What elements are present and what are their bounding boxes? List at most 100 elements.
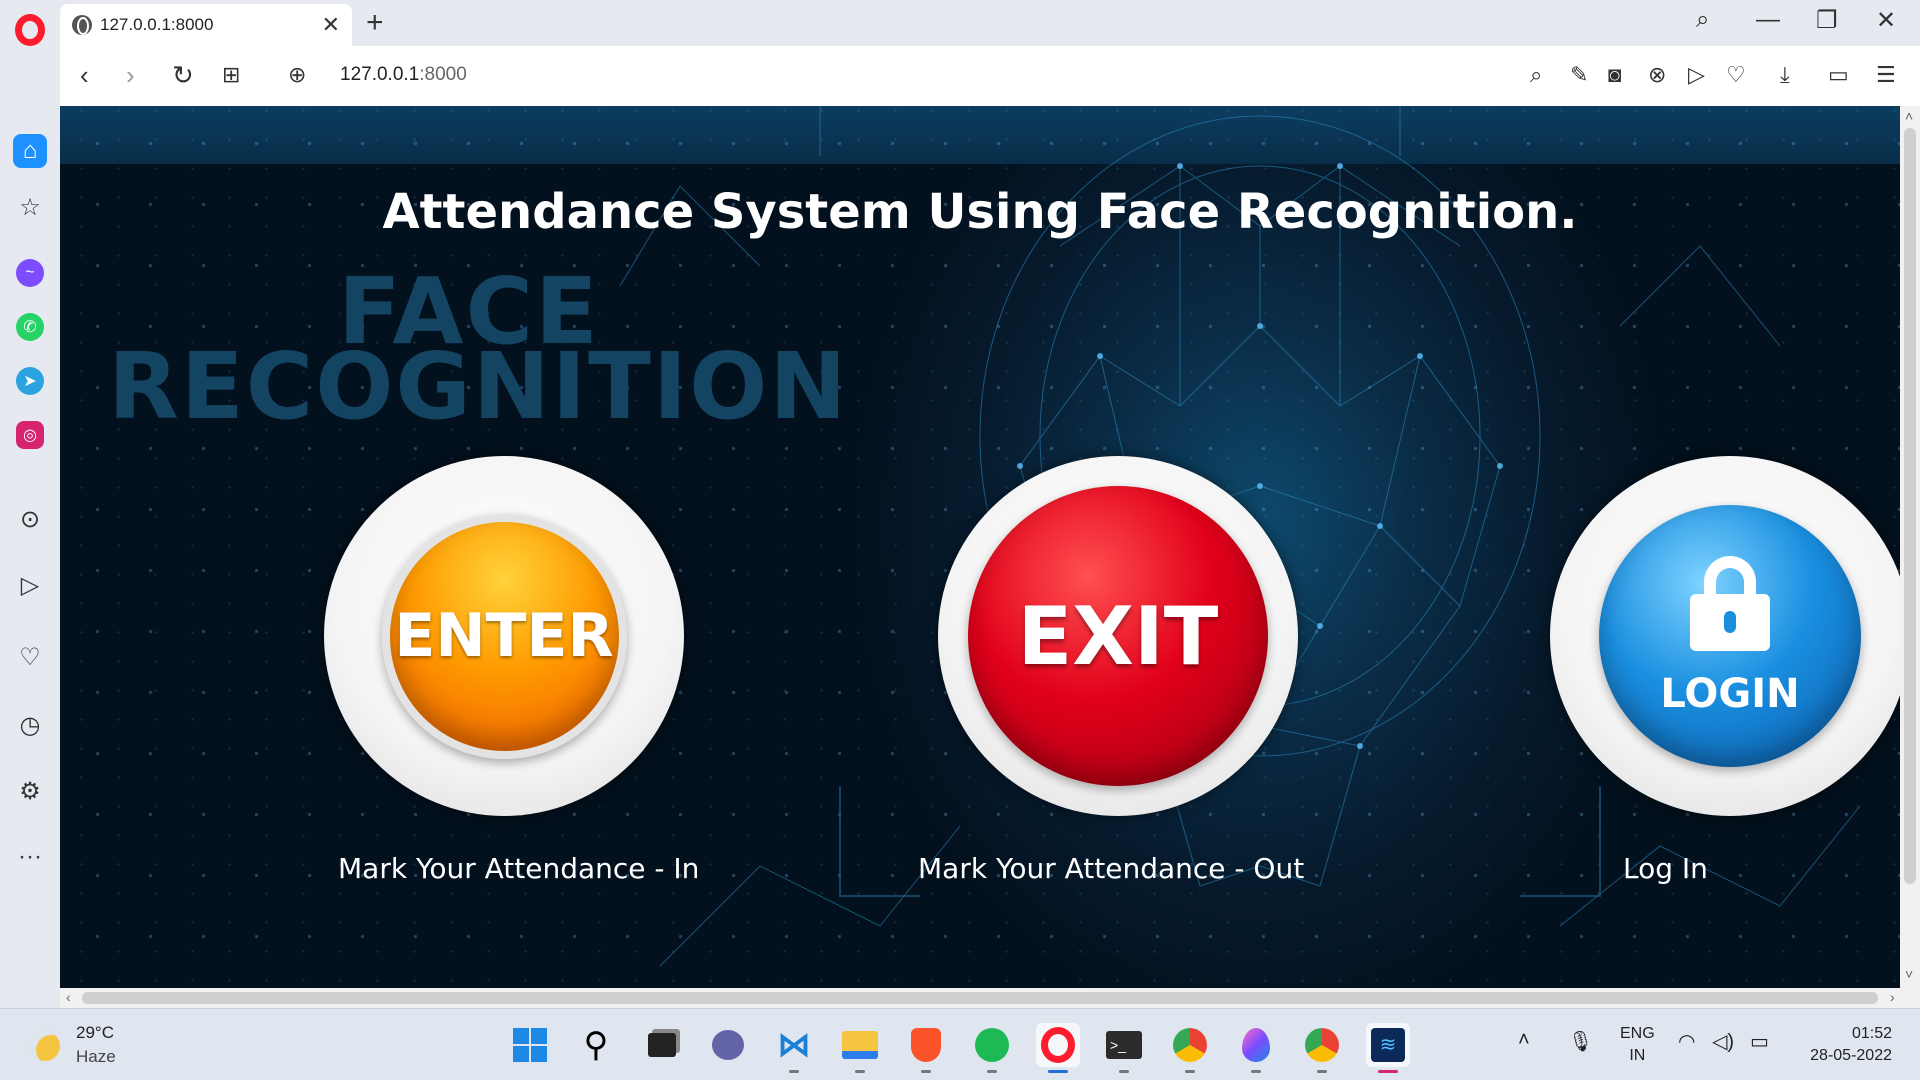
spotify-icon: [975, 1028, 1009, 1062]
battery-icon[interactable]: ▭: [1750, 1029, 1769, 1054]
windows-icon: [513, 1028, 547, 1062]
language-indicator[interactable]: ENG IN: [1620, 1023, 1655, 1067]
new-tab-button[interactable]: +: [366, 6, 384, 40]
teams-chat-button[interactable]: [706, 1023, 750, 1067]
task-view-button[interactable]: [640, 1023, 684, 1067]
reload-button[interactable]: ↻: [172, 60, 194, 90]
brave-button[interactable]: [904, 1023, 948, 1073]
horizontal-scroll-thumb[interactable]: [82, 992, 1878, 1004]
zoom-icon[interactable]: ⌕: [1530, 62, 1542, 88]
back-button[interactable]: ‹: [80, 60, 89, 90]
chrome-button[interactable]: [1168, 1023, 1212, 1073]
url-port: :8000: [419, 64, 467, 85]
enter-button-image: ENTER: [381, 513, 627, 759]
flow-icon[interactable]: ▷: [1688, 62, 1705, 88]
telegram-icon[interactable]: ➤: [13, 364, 47, 398]
close-tab-icon[interactable]: ✕: [322, 12, 340, 38]
page-title: Attendance System Using Face Recognition…: [382, 184, 1578, 240]
login-caption[interactable]: Log In: [1623, 852, 1708, 885]
restore-button[interactable]: ❐: [1816, 6, 1838, 35]
running-indicator: [1378, 1070, 1398, 1073]
scroll-down-icon[interactable]: ˅: [1905, 966, 1913, 982]
horizontal-scrollbar[interactable]: ‹ ›: [60, 988, 1920, 1008]
chrome-profile-icon: [1305, 1028, 1339, 1062]
vscode-button[interactable]: ⋈: [772, 1023, 816, 1073]
battery-saver-icon[interactable]: ▭: [1828, 62, 1849, 88]
terminal-button[interactable]: >_: [1102, 1023, 1146, 1073]
messenger-icon[interactable]: ~: [13, 256, 47, 290]
vertical-scroll-thumb[interactable]: [1904, 128, 1916, 884]
search-icon: ⚲: [583, 1026, 609, 1064]
scroll-left-icon[interactable]: ‹: [66, 989, 71, 1005]
star-icon[interactable]: ☆: [13, 190, 47, 224]
running-indicator: [921, 1070, 931, 1073]
clock-time: 01:52: [1851, 1025, 1892, 1042]
running-indicator: [1251, 1070, 1261, 1073]
login-button-text: LOGIN: [1660, 670, 1800, 717]
tab-bar: 127.0.0.1:8000 ✕ + ⌕ — ❐ ✕: [60, 0, 1920, 46]
clock-date: 28-05-2022: [1810, 1047, 1892, 1064]
whatsapp-logo: ✆: [16, 313, 44, 341]
more-icon[interactable]: ···: [13, 840, 47, 874]
weather-temperature[interactable]: 29°C: [76, 1023, 114, 1043]
search-tabs-icon[interactable]: ⌕: [1696, 6, 1709, 34]
speed-dial-icon[interactable]: ⊞: [222, 60, 240, 90]
edit-icon[interactable]: ✎: [1570, 62, 1588, 88]
start-button[interactable]: [508, 1023, 552, 1067]
easy-setup-icon[interactable]: ☰: [1876, 62, 1896, 88]
forward-button[interactable]: ›: [126, 60, 135, 90]
enter-caption[interactable]: Mark Your Attendance - In: [338, 852, 699, 885]
opera-logo[interactable]: [0, 0, 60, 60]
exit-button[interactable]: EXIT: [938, 456, 1298, 816]
send-icon[interactable]: ▷: [13, 568, 47, 602]
login-button[interactable]: LOGIN: [1550, 456, 1900, 816]
clock[interactable]: 01:52 28-05-2022: [1798, 1023, 1892, 1067]
show-hidden-icons[interactable]: ˄: [1518, 1029, 1530, 1052]
close-window-button[interactable]: ✕: [1876, 6, 1896, 35]
search-button[interactable]: ⚲: [574, 1023, 618, 1067]
player-icon[interactable]: ⊙: [13, 502, 47, 536]
history-icon[interactable]: ◷: [13, 708, 47, 742]
paint-drop-icon: [1242, 1028, 1270, 1062]
weather-moon-icon[interactable]: [30, 1031, 60, 1061]
opera-taskbar-button[interactable]: [1036, 1023, 1080, 1073]
instagram-icon[interactable]: ◎: [13, 418, 47, 452]
volume-icon[interactable]: ◁): [1712, 1029, 1734, 1054]
enter-button[interactable]: ENTER: [324, 456, 684, 816]
scroll-right-icon[interactable]: ›: [1890, 989, 1895, 1005]
url-field[interactable]: 127.0.0.1:8000: [340, 64, 467, 86]
adblock-icon[interactable]: ⊗: [1648, 62, 1666, 88]
file-explorer-button[interactable]: [838, 1023, 882, 1073]
site-info-icon[interactable]: ⊕: [288, 60, 306, 90]
download-icon[interactable]: ⤓: [1780, 62, 1790, 88]
microphone-icon[interactable]: 🎙: [1568, 1029, 1593, 1054]
running-indicator: [1185, 1070, 1195, 1073]
exit-caption[interactable]: Mark Your Attendance - Out: [918, 852, 1304, 885]
snapshot-icon[interactable]: ◙: [1608, 62, 1621, 88]
chrome-profile-button[interactable]: [1300, 1023, 1344, 1073]
home-icon[interactable]: ⌂: [13, 134, 47, 168]
waves-app-button[interactable]: ≋: [1366, 1023, 1410, 1073]
task-view-icon: [648, 1033, 676, 1057]
login-button-image: LOGIN: [1599, 505, 1861, 767]
spotify-button[interactable]: [970, 1023, 1014, 1073]
browser-tab[interactable]: 127.0.0.1:8000 ✕: [60, 4, 352, 46]
favorites-icon[interactable]: ♡: [13, 640, 47, 674]
heart-icon[interactable]: ♡: [1726, 62, 1746, 88]
region-code: IN: [1629, 1047, 1646, 1064]
minimize-button[interactable]: —: [1756, 6, 1780, 34]
sidebar: ⌂ ☆ ~ ✆ ➤ ◎ ⊙ ▷ ♡ ◷ ⚙ ···: [0, 60, 60, 1008]
wifi-icon[interactable]: ◠: [1678, 1029, 1695, 1054]
running-indicator: [987, 1070, 997, 1073]
settings-icon[interactable]: ⚙: [13, 774, 47, 808]
language-code: ENG: [1620, 1025, 1655, 1042]
paint-app-button[interactable]: [1234, 1023, 1278, 1073]
vertical-scrollbar[interactable]: ˄ ˅: [1900, 106, 1920, 988]
weather-description[interactable]: Haze: [76, 1047, 116, 1067]
whatsapp-icon[interactable]: ✆: [13, 310, 47, 344]
exit-button-image: EXIT: [968, 486, 1268, 786]
globe-icon: [72, 15, 92, 35]
messenger-logo: ~: [16, 259, 44, 287]
scroll-up-icon[interactable]: ˄: [1905, 108, 1913, 124]
folder-icon: [842, 1031, 878, 1059]
